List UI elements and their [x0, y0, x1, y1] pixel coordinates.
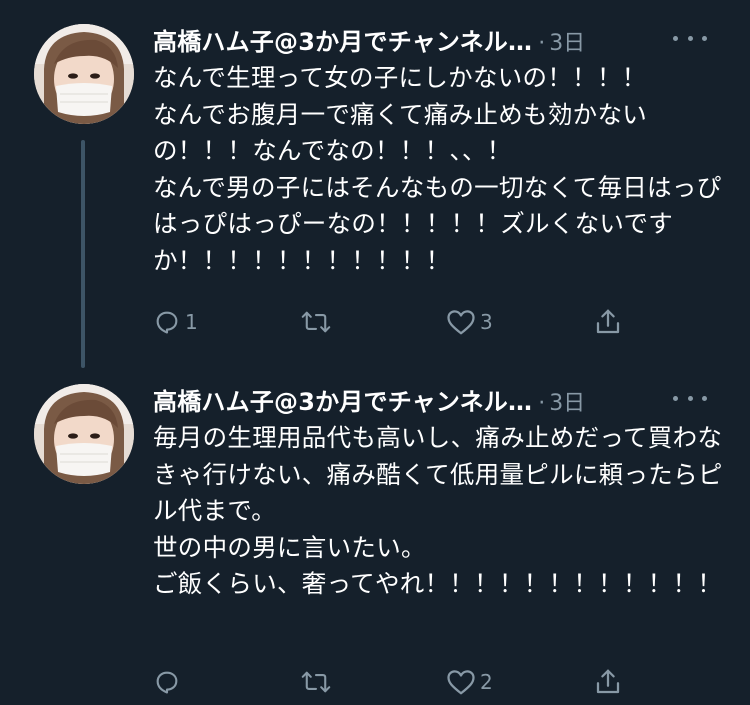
- timestamp[interactable]: 3日: [549, 31, 585, 56]
- more-options-button[interactable]: [673, 26, 707, 50]
- tweet[interactable]: 高橋ハム子@3か月でチャンネル… · 3日 なんで生理って女の子にしかないの！！！！…: [0, 0, 750, 360]
- more-dot-icon: [673, 395, 678, 401]
- timestamp[interactable]: 3日: [549, 391, 585, 416]
- display-name[interactable]: 高橋ハム子@3か月でチャンネル…: [153, 388, 532, 416]
- share-button[interactable]: [593, 302, 623, 342]
- like-count: 2: [480, 670, 493, 694]
- reply-button[interactable]: [153, 662, 185, 702]
- reply-icon: [156, 671, 178, 694]
- separator-dot: ·: [538, 391, 546, 416]
- avatar[interactable]: [34, 384, 134, 484]
- heart-icon: [447, 310, 475, 335]
- heart-icon: [447, 670, 475, 695]
- tweet-text: 毎月の生理用品代も高いし、痛み止めだって買わなきゃ行けない、痛み酷くて低用量ピル…: [153, 423, 723, 598]
- display-name[interactable]: 高橋ハム子@3か月でチャンネル…: [153, 28, 532, 56]
- tweet-actions: 2: [153, 662, 743, 702]
- more-dot-icon: [687, 35, 693, 41]
- more-dot-icon: [702, 395, 707, 401]
- tweet-thread: 高橋ハム子@3か月でチャンネル… · 3日 なんで生理って女の子にしかないの！！！！…: [0, 0, 750, 705]
- share-icon: [596, 309, 620, 334]
- reply-icon: [156, 311, 178, 334]
- reply-button[interactable]: 1: [153, 302, 198, 342]
- tweet-actions: 1 3: [153, 302, 743, 342]
- retweet-icon: [301, 311, 331, 333]
- tweet[interactable]: 高橋ハム子@3か月でチャンネル… · 3日 毎月の生理用品代も高いし、痛み止めだって…: [0, 360, 750, 705]
- like-count: 3: [480, 310, 493, 334]
- share-button[interactable]: [593, 662, 623, 702]
- share-icon: [596, 669, 620, 694]
- tweet-text: なんで生理って女の子にしかないの！！！！ なんでお腹月一で痛くて痛み止めも効かな…: [153, 63, 722, 275]
- reply-count: 1: [185, 310, 198, 334]
- like-button[interactable]: 2: [446, 662, 493, 702]
- like-button[interactable]: 3: [446, 302, 493, 342]
- retweet-button[interactable]: [301, 662, 335, 702]
- tweet-header: 高橋ハム子@3か月でチャンネル… · 3日: [153, 382, 733, 418]
- more-dot-icon: [673, 35, 678, 41]
- more-options-button[interactable]: [673, 386, 707, 410]
- more-dot-icon: [702, 35, 707, 41]
- tweet-header: 高橋ハム子@3か月でチャンネル… · 3日: [153, 22, 733, 58]
- more-dot-icon: [687, 395, 693, 401]
- avatar[interactable]: [34, 24, 134, 124]
- retweet-button[interactable]: [301, 302, 335, 342]
- retweet-icon: [301, 671, 331, 693]
- separator-dot: ·: [538, 31, 546, 56]
